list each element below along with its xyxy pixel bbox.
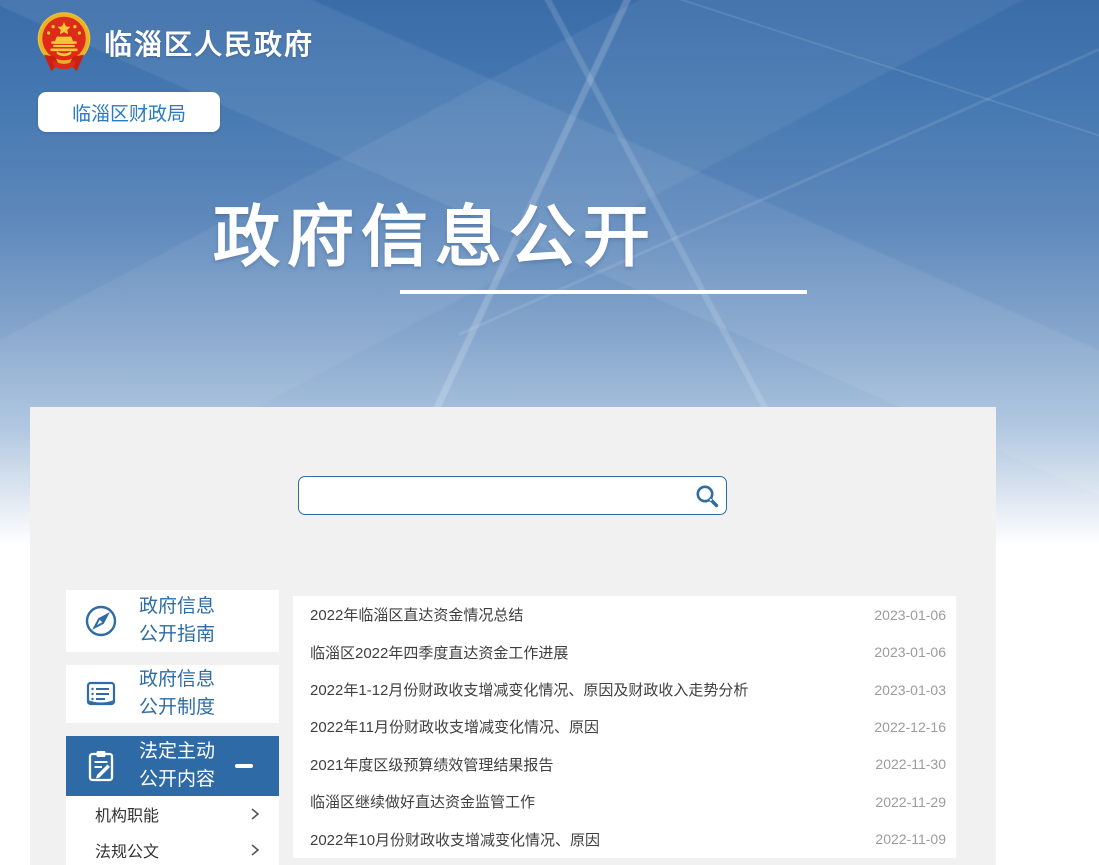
document-list-icon [83,676,119,712]
submenu-item-org-functions[interactable]: 机构职能 [66,796,279,832]
article-date: 2023-01-06 [860,644,946,660]
bureau-button[interactable]: 临淄区财政局 [38,92,220,132]
article-title: 临淄区2022年四季度直达资金工作进展 [310,642,568,663]
search-input[interactable] [299,477,688,514]
list-item[interactable]: 2022年10月份财政收支增减变化情况、原因 2022-11-09 [293,821,956,858]
article-date: 2022-12-16 [860,719,946,735]
article-date: 2023-01-03 [860,682,946,698]
article-title: 2022年临淄区直达资金情况总结 [310,604,523,625]
search-box [298,476,727,515]
list-item[interactable]: 2022年11月份财政收支增减变化情况、原因 2022-12-16 [293,708,956,745]
title-underline [400,290,807,294]
sidebar-item-label: 政府信息 公开制度 [139,666,215,722]
list-item[interactable]: 临淄区继续做好直达资金监管工作 2022-11-29 [293,783,956,820]
sidebar-item-legal-proactive-disclosure[interactable]: 法定主动 公开内容 [66,736,279,796]
article-date: 2022-11-09 [861,831,946,847]
list-item[interactable]: 2022年临淄区直达资金情况总结 2023-01-06 [293,596,956,633]
national-emblem-icon [35,11,93,75]
search-button[interactable] [688,477,726,514]
page-title: 政府信息公开 [213,183,657,280]
list-item[interactable]: 2022年1-12月份财政收支增减变化情况、原因及财政收入走势分析 2023-0… [293,671,956,708]
article-date: 2022-11-29 [861,794,946,810]
collapse-minus-icon[interactable] [235,764,253,768]
decorative-streak [458,0,1099,336]
site-logo-link[interactable]: 临淄区人民政府 [35,11,314,75]
article-title: 2022年11月份财政收支增减变化情况、原因 [310,716,599,737]
article-date: 2023-01-06 [860,607,946,623]
list-item[interactable]: 临淄区2022年四季度直达资金工作进展 2023-01-06 [293,633,956,670]
article-title: 2022年10月份财政收支增减变化情况、原因 [310,829,600,850]
sidebar-item-gov-info-system[interactable]: 政府信息 公开制度 [66,665,279,723]
chevron-right-icon [249,843,261,857]
sidebar-item-label: 政府信息 公开指南 [139,593,215,649]
submenu-item-regulations[interactable]: 法规公文 [66,832,279,865]
list-item[interactable]: 2021年度区级预算绩效管理结果报告 2022-11-30 [293,746,956,783]
sidebar-item-label: 法定主动 公开内容 [139,738,215,794]
sidebar-submenu: 机构职能 法规公文 [66,796,279,865]
clipboard-pencil-icon [83,748,119,784]
page: 临淄区人民政府 临淄区财政局 政府信息公开 政府信息 公开指南 [0,0,1099,865]
compass-icon [83,603,119,639]
sidebar-item-gov-info-guide[interactable]: 政府信息 公开指南 [66,590,279,652]
article-title: 临淄区继续做好直达资金监管工作 [310,791,535,812]
article-list: 2022年临淄区直达资金情况总结 2023-01-06 临淄区2022年四季度直… [293,596,956,858]
article-date: 2022-11-30 [861,756,946,772]
article-title: 2021年度区级预算绩效管理结果报告 [310,754,553,775]
chevron-right-icon [249,807,261,821]
article-title: 2022年1-12月份财政收支增减变化情况、原因及财政收入走势分析 [310,679,748,700]
search-icon [694,483,720,509]
site-name: 临淄区人民政府 [104,23,314,63]
